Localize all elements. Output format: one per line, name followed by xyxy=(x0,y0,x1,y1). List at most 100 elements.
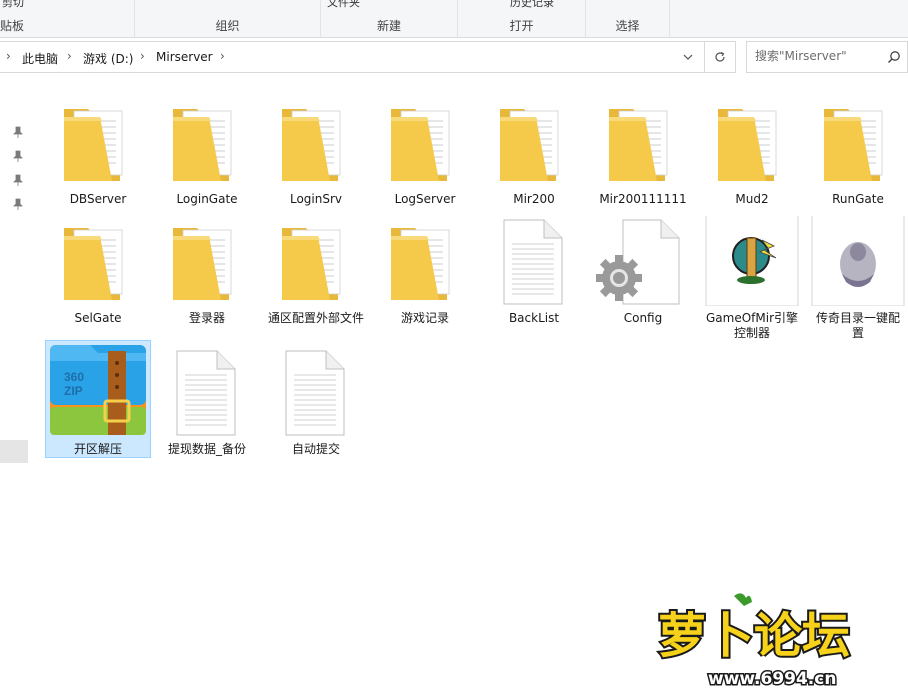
document-icon xyxy=(285,350,345,436)
file-item-withdraw-backup[interactable]: 提现数据_备份 xyxy=(154,340,260,458)
folder-icon xyxy=(390,227,450,301)
nav-selected-item[interactable] xyxy=(0,440,28,463)
item-label: RunGate xyxy=(832,192,884,206)
pin-icon[interactable] xyxy=(13,126,23,138)
ribbon-group-label: 新建 xyxy=(376,19,401,33)
ribbon-group-label: 打开 xyxy=(509,19,534,33)
watermark-brand-text: 萝卜论坛 xyxy=(658,608,850,664)
search-box[interactable] xyxy=(746,41,908,73)
site-watermark: 萝卜论坛 www.6994.cn xyxy=(652,588,902,691)
ribbon-group-label: 选择 xyxy=(615,19,640,33)
leaf-icon xyxy=(734,593,752,606)
folder-icon xyxy=(281,108,341,182)
folder-item-external-config[interactable]: 通区配置外部文件 xyxy=(263,209,369,327)
item-label: BackList xyxy=(508,311,560,325)
folder-icon xyxy=(63,227,123,301)
item-label: Config xyxy=(623,311,663,325)
folder-icon xyxy=(172,227,232,301)
search-icon[interactable] xyxy=(887,50,901,64)
folder-item-loginsrv[interactable]: LoginSrv xyxy=(263,90,369,208)
folder-item-game-log[interactable]: 游戏记录 xyxy=(372,209,478,327)
app-icon xyxy=(811,216,905,306)
folder-item-mir200111111[interactable]: Mir200111111 xyxy=(590,90,696,208)
chevron-right-icon[interactable]: › xyxy=(140,49,145,63)
folder-item-mud2[interactable]: Mud2 xyxy=(699,90,805,208)
item-label: Mir200111111 xyxy=(599,192,687,206)
new-folder-command[interactable]: 文件夹 xyxy=(327,0,360,10)
document-icon xyxy=(503,219,563,305)
watermark-logo: 萝卜论坛 www.6994.cn xyxy=(656,593,852,691)
chevron-down-icon xyxy=(683,54,693,60)
item-label: 游戏记录 xyxy=(400,311,449,325)
svg-text:360: 360 xyxy=(64,370,84,384)
item-label: GameOfMir引擎控制器 xyxy=(705,311,799,340)
chevron-right-icon[interactable]: › xyxy=(6,49,11,63)
folder-icon xyxy=(281,227,341,301)
folder-item-logserver[interactable]: LogServer xyxy=(372,90,478,208)
folder-item-selgate[interactable]: SelGate xyxy=(45,209,151,327)
watermark-url-text: www.6994.cn xyxy=(708,669,836,688)
folder-item-dbserver[interactable]: DBServer xyxy=(45,90,151,208)
folder-icon xyxy=(499,108,559,182)
app-icon xyxy=(705,216,799,306)
zip-archive-icon: 360 ZIP xyxy=(50,345,146,435)
folder-icon xyxy=(823,108,883,182)
item-label: Mir200 xyxy=(513,192,555,206)
pin-icon[interactable] xyxy=(13,198,23,210)
breadcrumb-mirserver[interactable]: Mirserver xyxy=(156,50,213,64)
pin-icon[interactable] xyxy=(13,150,23,162)
folder-icon xyxy=(717,108,777,182)
item-label: 提现数据_备份 xyxy=(167,442,246,456)
item-label: 通区配置外部文件 xyxy=(267,311,364,325)
file-item-auto-submit[interactable]: 自动提交 xyxy=(263,340,369,458)
config-file-icon xyxy=(596,219,680,305)
item-label: 登录器 xyxy=(188,311,225,325)
folder-item-launcher[interactable]: 登录器 xyxy=(154,209,260,327)
item-label: LoginGate xyxy=(176,192,238,206)
pin-icon[interactable] xyxy=(13,174,23,186)
item-label: 传奇目录一键配置 xyxy=(815,311,900,340)
item-label: Mud2 xyxy=(735,192,769,206)
breadcrumb-drive[interactable]: 游戏 (D:) xyxy=(83,50,133,67)
ribbon-group-open[interactable]: 历史记录 打开 xyxy=(458,0,586,38)
folder-item-rungate[interactable]: RunGate xyxy=(808,90,908,208)
archive-item-kaiqu[interactable]: 360 ZIP 开区解压 xyxy=(45,340,151,458)
ribbon-group-new[interactable]: 文件夹 新建 xyxy=(321,0,458,38)
item-label: LoginSrv xyxy=(289,192,343,206)
navigation-pane[interactable] xyxy=(0,73,31,692)
item-label: DBServer xyxy=(69,192,127,206)
refresh-icon xyxy=(714,51,725,62)
folder-icon xyxy=(63,108,123,182)
address-bar[interactable]: › 此电脑 › 游戏 (D:) › Mirserver › xyxy=(0,41,736,73)
history-command[interactable]: 历史记录 xyxy=(510,0,554,10)
item-label: 自动提交 xyxy=(291,442,340,456)
file-item-config[interactable]: Config xyxy=(590,209,696,327)
item-label: SelGate xyxy=(74,311,122,325)
app-item-one-click-config[interactable]: 传奇目录一键配置 xyxy=(808,209,908,340)
ribbon-group-organize[interactable]: 组织 xyxy=(135,0,321,38)
ribbon-group-select[interactable]: 选择 xyxy=(586,0,670,38)
chevron-right-icon[interactable]: › xyxy=(67,49,72,63)
svg-text:ZIP: ZIP xyxy=(64,384,83,398)
folder-item-logingate[interactable]: LoginGate xyxy=(154,90,260,208)
folder-icon xyxy=(172,108,232,182)
refresh-button[interactable] xyxy=(704,42,734,72)
chevron-right-icon[interactable]: › xyxy=(220,49,225,63)
address-row: › 此电脑 › 游戏 (D:) › Mirserver › xyxy=(0,41,908,73)
app-item-gameofmir[interactable]: GameOfMir引擎控制器 xyxy=(699,209,805,340)
address-dropdown-button[interactable] xyxy=(676,42,700,72)
ribbon-group-label: 贴板 xyxy=(0,19,25,33)
file-item-backlist[interactable]: BackList xyxy=(481,209,587,327)
item-label: LogServer xyxy=(394,192,456,206)
document-icon xyxy=(176,350,236,436)
search-input[interactable] xyxy=(755,49,883,63)
ribbon: 剪切 贴板 组织 文件夹 新建 历史记录 打开 选择 xyxy=(0,0,908,38)
ribbon-group-clipboard[interactable]: 剪切 贴板 xyxy=(0,0,135,38)
ribbon-group-label: 组织 xyxy=(215,19,240,33)
folder-item-mir200[interactable]: Mir200 xyxy=(481,90,587,208)
folder-icon xyxy=(608,108,668,182)
cut-command[interactable]: 剪切 xyxy=(2,0,24,10)
item-label: 开区解压 xyxy=(73,442,122,456)
folder-icon xyxy=(390,108,450,182)
breadcrumb-this-pc[interactable]: 此电脑 xyxy=(22,50,58,67)
